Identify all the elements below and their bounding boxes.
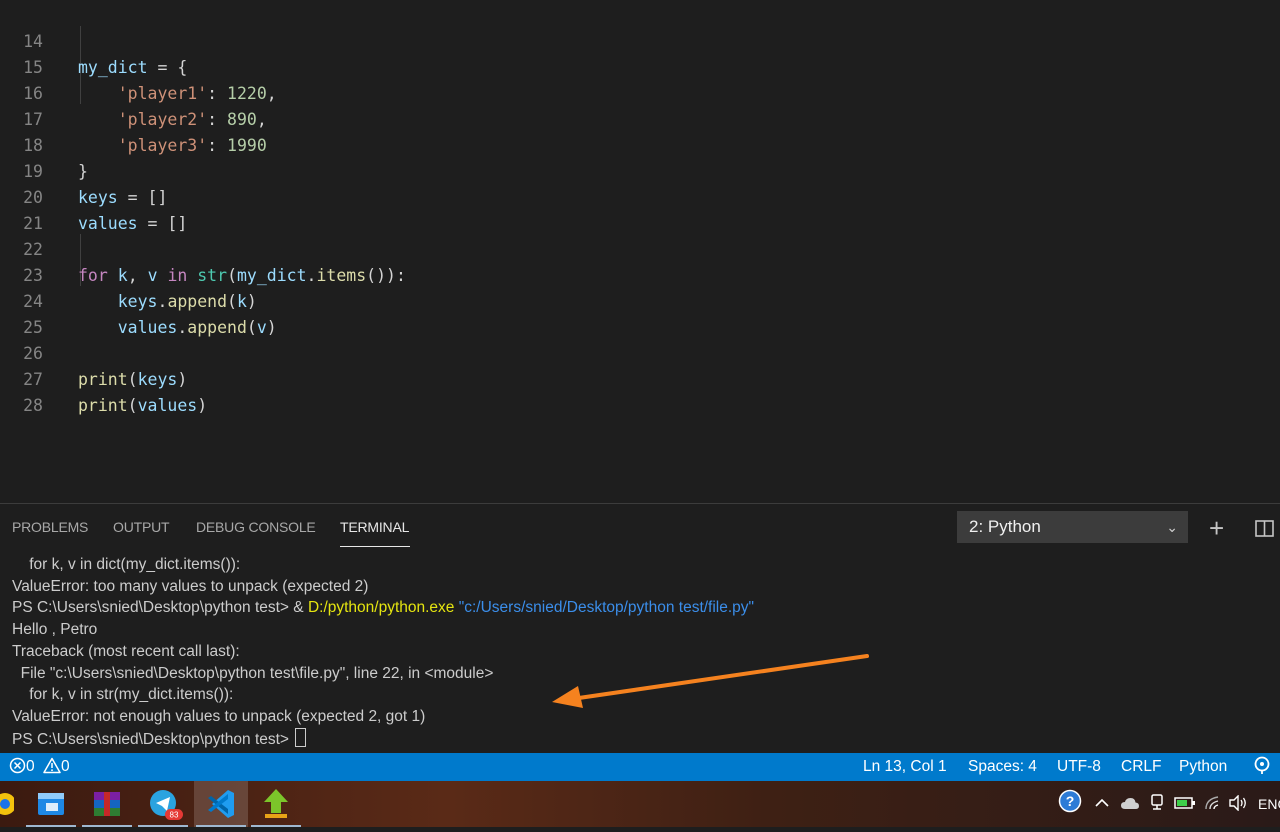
terminal-line[interactable]: PS C:\Users\snied\Desktop\python test> [12, 727, 307, 751]
tab-terminal[interactable]: TERMINAL [340, 519, 409, 535]
problems-status[interactable]: 0 0 [9, 753, 70, 781]
code-line[interactable]: 27 print(values) [0, 341, 1280, 415]
terminal-prompt: PS C:\Users\snied\Desktop\python test> [12, 730, 294, 748]
help-icon[interactable]: ? [1058, 781, 1084, 827]
terminal-prompt: PS C:\Users\snied\Desktop\python test> & [12, 599, 308, 617]
code-line[interactable]: 26 print(keys) [0, 315, 1280, 389]
windows-taskbar: 83 ? ENG [0, 781, 1280, 827]
chrome-icon[interactable] [0, 781, 16, 827]
cloud-icon[interactable] [1120, 781, 1140, 827]
terminal-script-path: "c:/Users/snied/Desktop/python test/file… [454, 599, 755, 617]
line-number: 28 [23, 396, 43, 415]
green-arrow-app-icon[interactable] [249, 781, 303, 827]
warning-count: 0 [60, 758, 70, 775]
code-line[interactable]: 28 [0, 367, 1280, 415]
code-editor[interactable]: 14 my_dict = { 15 'player1': 1220, 16 'p… [0, 0, 1280, 503]
tab-output[interactable]: OUTPUT [113, 519, 170, 535]
telegram-badge: 83 [170, 811, 179, 820]
eol-setting[interactable]: CRLF [1121, 753, 1161, 781]
terminal-line: ValueError: too many values to unpack (e… [12, 577, 369, 595]
code-line[interactable]: 24 values.append(v) [0, 263, 1280, 337]
code-line[interactable]: 19 keys = [] [0, 133, 1280, 207]
code-line[interactable]: 23 keys.append(k) [0, 237, 1280, 311]
status-bar: 0 0 Ln 13, Col 1 Spaces: 4 UTF-8 CRLF Py… [0, 753, 1280, 781]
wifi-icon[interactable] [1204, 781, 1222, 827]
terminal-line: Hello , Petro [12, 621, 98, 639]
terminal-line: for k, v in str(my_dict.items()): [12, 686, 234, 704]
code-line[interactable]: 20 values = [] [0, 159, 1280, 233]
code-line[interactable]: 22 for k, v in str(my_dict.items()): [0, 211, 1280, 285]
code-line[interactable]: 18 } [0, 107, 1280, 181]
terminal-line: for k, v in dict(my_dict.items()): [12, 556, 241, 573]
active-tab-indicator [340, 546, 410, 547]
warning-icon [43, 757, 61, 774]
terminal-exe-path: D:/python/python.exe [307, 599, 455, 617]
code-line[interactable]: 15 'player1': 1220, [0, 29, 1280, 103]
encoding-setting[interactable]: UTF-8 [1057, 753, 1101, 781]
winrar-icon[interactable] [80, 781, 134, 827]
split-icon[interactable] [1255, 517, 1274, 543]
device-icon[interactable] [1149, 781, 1165, 827]
code-line[interactable]: 14 my_dict = { [0, 3, 1280, 77]
error-count: 0 [26, 758, 35, 775]
svg-text:?: ? [1066, 793, 1075, 809]
battery-icon[interactable] [1174, 781, 1196, 827]
terminal-line: Traceback (most recent call last): [12, 642, 240, 660]
terminal-line: PS C:\Users\snied\Desktop\python test> &… [12, 597, 754, 619]
terminal-line: ValueError: not enough values to unpack … [12, 707, 426, 725]
terminal-select-value: 2: Python [969, 517, 1041, 536]
tab-problems[interactable]: PROBLEMS [12, 519, 88, 535]
code-text: print(values) [78, 396, 208, 415]
terminal-line: File "c:\Users\snied\Desktop\python test… [12, 664, 494, 682]
code-line[interactable]: 21 [0, 185, 1280, 233]
indentation-setting[interactable]: Spaces: 4 [968, 753, 1037, 781]
chevron-down-icon: ⌄ [1166, 519, 1178, 535]
terminal-cursor [295, 727, 307, 747]
language-mode[interactable]: Python [1179, 753, 1227, 781]
plus-icon[interactable]: + [1209, 513, 1224, 544]
volume-icon[interactable] [1228, 781, 1248, 827]
code-line[interactable]: 25 [0, 289, 1280, 337]
file-explorer-icon[interactable] [24, 781, 78, 827]
terminal-select[interactable]: 2: Python ⌄ [957, 511, 1188, 543]
feedback-icon[interactable] [1252, 753, 1272, 781]
error-icon [9, 757, 26, 774]
tab-debug-console[interactable]: DEBUG CONSOLE [196, 519, 316, 535]
code-line[interactable]: 16 'player2': 890, [0, 55, 1280, 129]
code-line[interactable]: 17 'player3': 1990 [0, 81, 1280, 155]
vscode-icon[interactable] [194, 781, 248, 827]
input-language[interactable]: ENG [1258, 781, 1280, 827]
cursor-position[interactable]: Ln 13, Col 1 [863, 753, 947, 781]
telegram-icon[interactable]: 83 [136, 781, 190, 827]
bottom-panel: PROBLEMS OUTPUT DEBUG CONSOLE TERMINAL 2… [0, 503, 1280, 754]
chevron-up-icon[interactable] [1095, 781, 1109, 827]
